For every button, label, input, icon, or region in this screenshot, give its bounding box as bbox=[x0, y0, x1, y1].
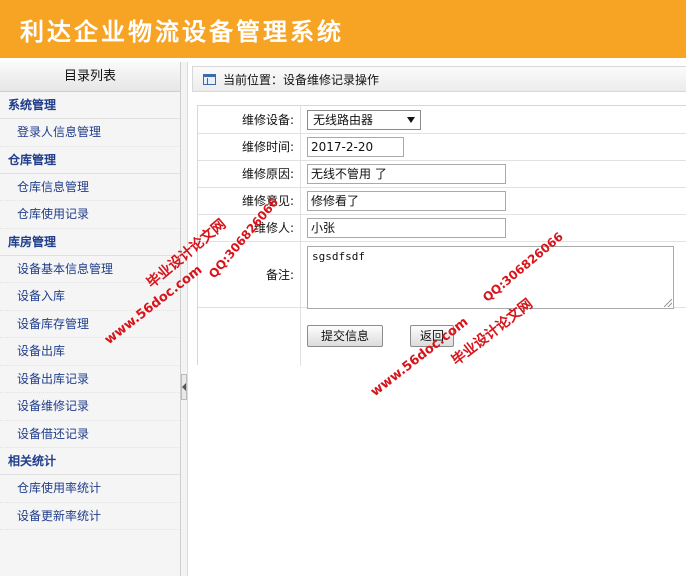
device-select-value: 无线路由器 bbox=[313, 113, 374, 127]
back-button[interactable]: 返回 bbox=[410, 325, 454, 347]
opinion-field[interactable]: 修修看了 bbox=[307, 191, 506, 211]
sidebar-collapse-handle[interactable] bbox=[181, 62, 188, 576]
sidebar-group-statistics[interactable]: 相关统计 bbox=[0, 448, 180, 475]
sidebar-item-warehouse-usage[interactable]: 仓库使用记录 bbox=[0, 201, 180, 229]
form-row-device: 维修设备: 无线路由器 bbox=[198, 106, 686, 134]
sidebar-group-storeroom[interactable]: 库房管理 bbox=[0, 229, 180, 256]
resize-grip-icon[interactable] bbox=[664, 299, 672, 307]
device-select[interactable]: 无线路由器 bbox=[307, 110, 421, 130]
sidebar-item-device-info[interactable]: 设备基本信息管理 bbox=[0, 256, 180, 283]
breadcrumb: 当前位置：设备维修记录操作 bbox=[192, 66, 686, 92]
sidebar-item-device-in[interactable]: 设备入库 bbox=[0, 283, 180, 311]
time-field[interactable]: 2017-2-20 bbox=[307, 137, 404, 157]
opinion-label: 维修意见: bbox=[198, 188, 301, 214]
form-row-opinion: 维修意见: 修修看了 bbox=[198, 188, 686, 215]
person-label: 维修人: bbox=[198, 215, 301, 241]
person-field[interactable]: 小张 bbox=[307, 218, 506, 238]
remark-label: 备注: bbox=[198, 242, 301, 307]
form-row-person: 维修人: 小张 bbox=[198, 215, 686, 242]
repair-record-form: 维修设备: 无线路由器 维修时间: 2017-2-20 维修原因: 无线不管用 … bbox=[197, 105, 686, 366]
sidebar-item-device-update-stats[interactable]: 设备更新率统计 bbox=[0, 503, 180, 530]
remark-text: sgsdfsdf bbox=[312, 250, 365, 263]
app-title: 利达企业物流设备管理系统 bbox=[20, 17, 344, 46]
time-label: 维修时间: bbox=[198, 134, 301, 160]
sidebar-group-warehouse[interactable]: 仓库管理 bbox=[0, 147, 180, 174]
form-row-time: 维修时间: 2017-2-20 bbox=[198, 134, 686, 161]
reason-field[interactable]: 无线不管用 了 bbox=[307, 164, 506, 184]
sidebar-item-device-out[interactable]: 设备出库 bbox=[0, 338, 180, 366]
chevron-down-icon[interactable] bbox=[407, 117, 415, 123]
window-icon bbox=[203, 74, 216, 85]
sidebar-heading: 目录列表 bbox=[0, 62, 180, 92]
breadcrumb-text: 当前位置：设备维修记录操作 bbox=[223, 73, 380, 87]
app-header: 利达企业物流设备管理系统 bbox=[0, 0, 686, 58]
form-row-remark: 备注: sgsdfsdf bbox=[198, 242, 686, 309]
sidebar-item-warehouse-info[interactable]: 仓库信息管理 bbox=[0, 174, 180, 201]
sidebar-item-warehouse-usage-stats[interactable]: 仓库使用率统计 bbox=[0, 475, 180, 503]
reason-label: 维修原因: bbox=[198, 161, 301, 187]
sidebar-item-login-user[interactable]: 登录人信息管理 bbox=[0, 119, 180, 147]
sidebar-item-device-repair-record[interactable]: 设备维修记录 bbox=[0, 393, 180, 421]
sidebar-item-device-borrow-record[interactable]: 设备借还记录 bbox=[0, 421, 180, 448]
sidebar: 目录列表 系统管理 登录人信息管理 仓库管理 仓库信息管理 仓库使用记录 库房管… bbox=[0, 62, 181, 576]
sidebar-item-device-out-record[interactable]: 设备出库记录 bbox=[0, 366, 180, 393]
sidebar-item-device-stock[interactable]: 设备库存管理 bbox=[0, 311, 180, 338]
form-row-actions: 提交信息 返回 bbox=[198, 308, 686, 366]
app-window: 利达企业物流设备管理系统 目录列表 系统管理 登录人信息管理 仓库管理 仓库信息… bbox=[0, 0, 686, 576]
submit-button[interactable]: 提交信息 bbox=[307, 325, 383, 347]
actions-label-cell bbox=[198, 308, 301, 366]
chevron-left-icon[interactable] bbox=[182, 383, 186, 391]
sidebar-group-system[interactable]: 系统管理 bbox=[0, 92, 180, 119]
remark-textarea[interactable]: sgsdfsdf bbox=[307, 246, 674, 309]
device-label: 维修设备: bbox=[198, 106, 301, 133]
form-row-reason: 维修原因: 无线不管用 了 bbox=[198, 161, 686, 188]
